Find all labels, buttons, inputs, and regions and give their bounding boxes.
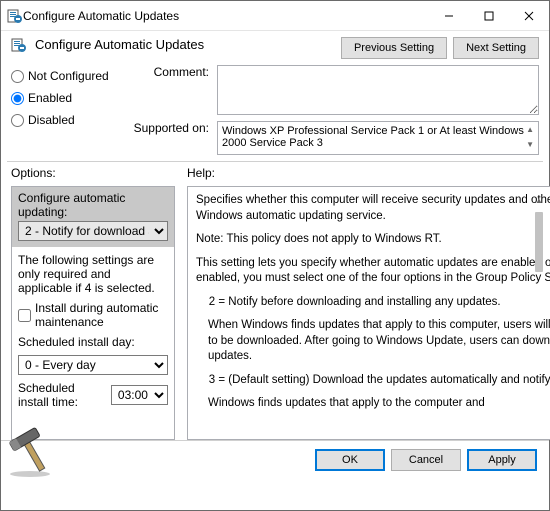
maintenance-checkbox-row[interactable]: Install during automatic maintenance [18, 301, 168, 329]
radio-label: Not Configured [28, 69, 109, 83]
radio-enabled-input[interactable] [11, 92, 24, 105]
help-text: Specifies whether this computer will rec… [187, 186, 550, 440]
comment-input[interactable] [217, 65, 539, 115]
help-paragraph: Windows finds updates that apply to the … [196, 396, 550, 412]
titlebar: Configure Automatic Updates [1, 1, 549, 31]
radio-not-configured[interactable]: Not Configured [11, 69, 121, 83]
help-paragraph: 3 = (Default setting) Download the updat… [196, 373, 550, 389]
header: Configure Automatic Updates Previous Set… [1, 31, 549, 63]
supported-label: Supported on: [121, 121, 209, 135]
scroll-thumb[interactable] [535, 212, 543, 272]
ok-button[interactable]: OK [315, 449, 385, 471]
radio-disabled-input[interactable] [11, 114, 24, 127]
radio-disabled[interactable]: Disabled [11, 113, 121, 127]
sched-time-label: Scheduled install time: [18, 381, 101, 409]
options-pane: Options: Configure automatic updating: 2… [1, 162, 181, 440]
radio-not-configured-input[interactable] [11, 70, 24, 83]
help-paragraph: When Windows finds updates that apply to… [196, 318, 550, 365]
comment-label: Comment: [121, 65, 209, 79]
sched-day-label: Scheduled install day: [18, 335, 168, 349]
help-pane: Help: Specifies whether this computer wi… [181, 162, 550, 440]
apply-button[interactable]: Apply [467, 449, 537, 471]
close-button[interactable] [509, 2, 549, 30]
supported-on-text: Windows XP Professional Service Pack 1 o… [222, 125, 526, 149]
help-scrollbar[interactable]: ▲ [532, 196, 546, 464]
options-label: Options: [11, 166, 175, 180]
maintenance-checkbox[interactable] [18, 309, 31, 322]
radio-label: Disabled [28, 113, 75, 127]
scroll-down-icon[interactable]: ▼ [526, 140, 534, 149]
scroll-up-icon[interactable]: ▲ [526, 125, 534, 134]
help-paragraph: Specifies whether this computer will rec… [196, 193, 550, 224]
footer: OK Cancel Apply [1, 440, 549, 478]
state-radios: Not Configured Enabled Disabled [1, 63, 121, 161]
radio-label: Enabled [28, 91, 72, 105]
help-label: Help: [187, 166, 550, 180]
scroll-up-icon[interactable]: ▲ [532, 196, 546, 210]
configure-updating-label: Configure automatic updating: [12, 187, 174, 221]
window-title: Configure Automatic Updates [23, 9, 429, 23]
supported-on-box: Windows XP Professional Service Pack 1 o… [217, 121, 539, 155]
help-paragraph: 2 = Notify before downloading and instal… [196, 295, 550, 311]
previous-setting-button[interactable]: Previous Setting [341, 37, 447, 59]
maximize-button[interactable] [469, 2, 509, 30]
policy-icon [7, 8, 23, 24]
sched-time-select[interactable]: 03:00 [111, 385, 168, 405]
minimize-button[interactable] [429, 2, 469, 30]
radio-enabled[interactable]: Enabled [11, 91, 121, 105]
help-paragraph: This setting lets you specify whether au… [196, 256, 550, 287]
page-title: Configure Automatic Updates [35, 37, 333, 52]
maintenance-label: Install during automatic maintenance [35, 301, 168, 329]
cancel-button[interactable]: Cancel [391, 449, 461, 471]
options-note: The following settings are only required… [18, 253, 168, 295]
help-paragraph: Note: This policy does not apply to Wind… [196, 232, 550, 248]
next-setting-button[interactable]: Next Setting [453, 37, 539, 59]
policy-icon [11, 37, 27, 53]
update-mode-select[interactable]: 2 - Notify for download and notify for i… [18, 221, 168, 241]
sched-day-select[interactable]: 0 - Every day [18, 355, 168, 375]
